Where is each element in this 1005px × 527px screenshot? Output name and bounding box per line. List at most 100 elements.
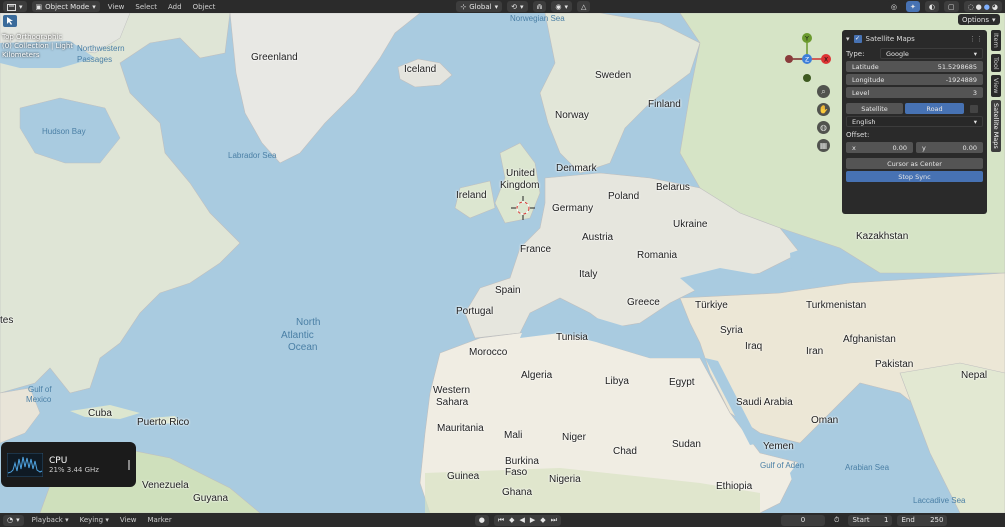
cursor-as-center-button[interactable]: Cursor as Center [846, 158, 983, 169]
xray-toggle[interactable]: ▢ [943, 1, 959, 12]
next-keyframe-icon[interactable]: ◆ [540, 516, 545, 524]
tab-road[interactable]: Road [905, 103, 964, 114]
overlay-toggle[interactable]: ◐ [924, 1, 939, 12]
chevron-down-icon: ▾ [992, 15, 996, 24]
offset-y-field[interactable]: y 0.00 [916, 142, 983, 153]
pivot-point-dropdown[interactable]: ⟲ ▾ [507, 1, 528, 12]
latitude-field[interactable]: Latitude 51.5298685 [846, 61, 983, 72]
map-label: Sahara [436, 397, 469, 408]
cursor-row: Cursor as Center [846, 158, 983, 169]
tab-item[interactable]: Item [991, 30, 1001, 51]
viewport-info: Top Orthographic (0) Collection | Light … [2, 33, 73, 60]
prev-keyframe-icon[interactable]: ◆ [509, 516, 514, 524]
jump-start-icon[interactable]: ⏮ [498, 516, 504, 525]
editor-type-button[interactable]: ▾ [3, 1, 27, 12]
menu-playback[interactable]: Playback ▾ [29, 516, 72, 524]
play-icon[interactable]: ▶ [530, 516, 535, 524]
map-label: Mali [504, 430, 523, 441]
map-label: Greece [627, 297, 660, 308]
offset-y-label: y [922, 143, 926, 152]
start-frame-field[interactable]: Start 1 [848, 514, 893, 526]
proportional-edit-toggle[interactable]: ◉ ▾ [551, 1, 572, 12]
map-label: Kingdom [500, 180, 540, 191]
cpu-title: CPU [49, 455, 68, 466]
latitude-value: 51.5298685 [937, 62, 977, 71]
map-label: Saudi Arabia [736, 397, 793, 408]
sea-label: Norwegian Sea [510, 14, 565, 23]
menu-object[interactable]: Object [190, 3, 219, 11]
viewport-header: ▾ ▣ Object Mode ▾ View Select Add Object… [0, 0, 1005, 13]
play-reverse-icon[interactable]: ◀ [520, 516, 525, 524]
type-value: Google [886, 49, 909, 58]
annotate-tool[interactable]: △ [577, 1, 591, 12]
end-frame-field[interactable]: End 250 [897, 514, 948, 526]
map-label: Nepal [961, 370, 988, 381]
type-dropdown[interactable]: Google ▾ [880, 48, 983, 59]
tab-tool[interactable]: Tool [991, 53, 1001, 73]
camera-view-button[interactable]: ◍ [817, 121, 830, 134]
chevron-down-icon: ▾ [564, 2, 568, 11]
jump-end-icon[interactable]: ⏭ [551, 516, 557, 525]
material-shading-icon[interactable]: ● [984, 3, 990, 11]
solid-shading-icon[interactable]: ● [976, 3, 982, 11]
cpu-stats: 21% 3.44 GHz [49, 465, 99, 474]
tab-satellite-maps[interactable]: Satellite Maps [991, 99, 1001, 152]
proportional-icon: ◉ [555, 2, 562, 11]
satellite-maps-panel: ▾ ✓ Satellite Maps ⋮⋮ Type: Google ▾ Lat… [842, 30, 987, 214]
map-label: Turkmenistan [806, 300, 867, 311]
timeline-editor-type[interactable]: ◔ ▾ [3, 514, 24, 526]
level-value: 3 [972, 88, 977, 97]
preview-range-toggle[interactable]: ⏱ [830, 514, 844, 526]
map-label: Venezuela [142, 480, 189, 491]
enable-checkbox[interactable]: ✓ [853, 34, 862, 43]
longitude-field[interactable]: Longitude -1924889 [846, 74, 983, 85]
map-label: Ireland [456, 190, 487, 201]
auto-keying-toggle[interactable]: ● [474, 514, 489, 526]
panel-header[interactable]: ▾ ✓ Satellite Maps ⋮⋮ [846, 33, 983, 44]
stop-sync-button[interactable]: Stop Sync [846, 171, 983, 182]
labels-checkbox[interactable] [970, 104, 978, 113]
collection-name: (0) Collection | Light [2, 42, 74, 50]
cpu-text: CPU 21% 3.44 GHz [49, 456, 99, 474]
map-label: Afghanistan [843, 334, 896, 345]
shading-buttons[interactable]: ◌ ● ● ◕ [963, 1, 1002, 12]
panel-title: Satellite Maps [865, 34, 915, 43]
transform-orientation-dropdown[interactable]: ⊹ Global ▾ [456, 1, 503, 12]
toolbar-tool-button[interactable] [3, 15, 17, 27]
offset-x-field[interactable]: x 0.00 [846, 142, 913, 153]
xray-icon: ▢ [947, 2, 955, 11]
map-label: Denmark [556, 163, 597, 174]
drag-handle-icon[interactable]: ⋮⋮ [969, 35, 983, 43]
perspective-toggle[interactable]: ▦ [817, 139, 830, 152]
menu-add[interactable]: Add [165, 3, 185, 11]
pan-button[interactable]: ✋ [817, 103, 830, 116]
options-button[interactable]: Options ▾ [958, 14, 1000, 25]
tab-satellite[interactable]: Satellite [846, 103, 903, 114]
snap-toggle[interactable]: ⋒ [532, 1, 547, 12]
drag-handle-icon[interactable] [128, 459, 130, 470]
chevron-down-icon: ▾ [973, 117, 977, 126]
grid-icon: ▦ [819, 141, 828, 150]
rendered-shading-icon[interactable]: ◕ [992, 3, 998, 11]
gizmo-toggle[interactable]: ✦ [905, 1, 920, 12]
menu-marker[interactable]: Marker [145, 516, 175, 524]
tab-view[interactable]: View [991, 75, 1001, 97]
map-type-tabs: Satellite Road [846, 103, 983, 114]
sea-label: North [296, 317, 321, 328]
current-frame-field[interactable]: 0 [781, 514, 825, 526]
navigation-gizmo[interactable]: Y X Z [783, 32, 835, 84]
level-field[interactable]: Level 3 [846, 87, 983, 98]
menu-keying[interactable]: Keying ▾ [77, 516, 112, 524]
wireframe-shading-icon[interactable]: ◌ [968, 3, 974, 11]
language-row: English ▾ [846, 116, 983, 127]
menu-select[interactable]: Select [132, 3, 160, 11]
language-dropdown[interactable]: English ▾ [846, 116, 983, 127]
map-label: tes [0, 315, 14, 326]
menu-view[interactable]: View [105, 3, 128, 11]
menu-timeline-view[interactable]: View [117, 516, 140, 524]
latitude-label: Latitude [852, 62, 879, 71]
visibility-button[interactable]: ◎ [886, 1, 901, 12]
mode-dropdown[interactable]: ▣ Object Mode ▾ [31, 1, 100, 12]
zoom-button[interactable]: ⌕ [817, 85, 830, 98]
chevron-down-icon[interactable]: ▾ [846, 35, 850, 43]
